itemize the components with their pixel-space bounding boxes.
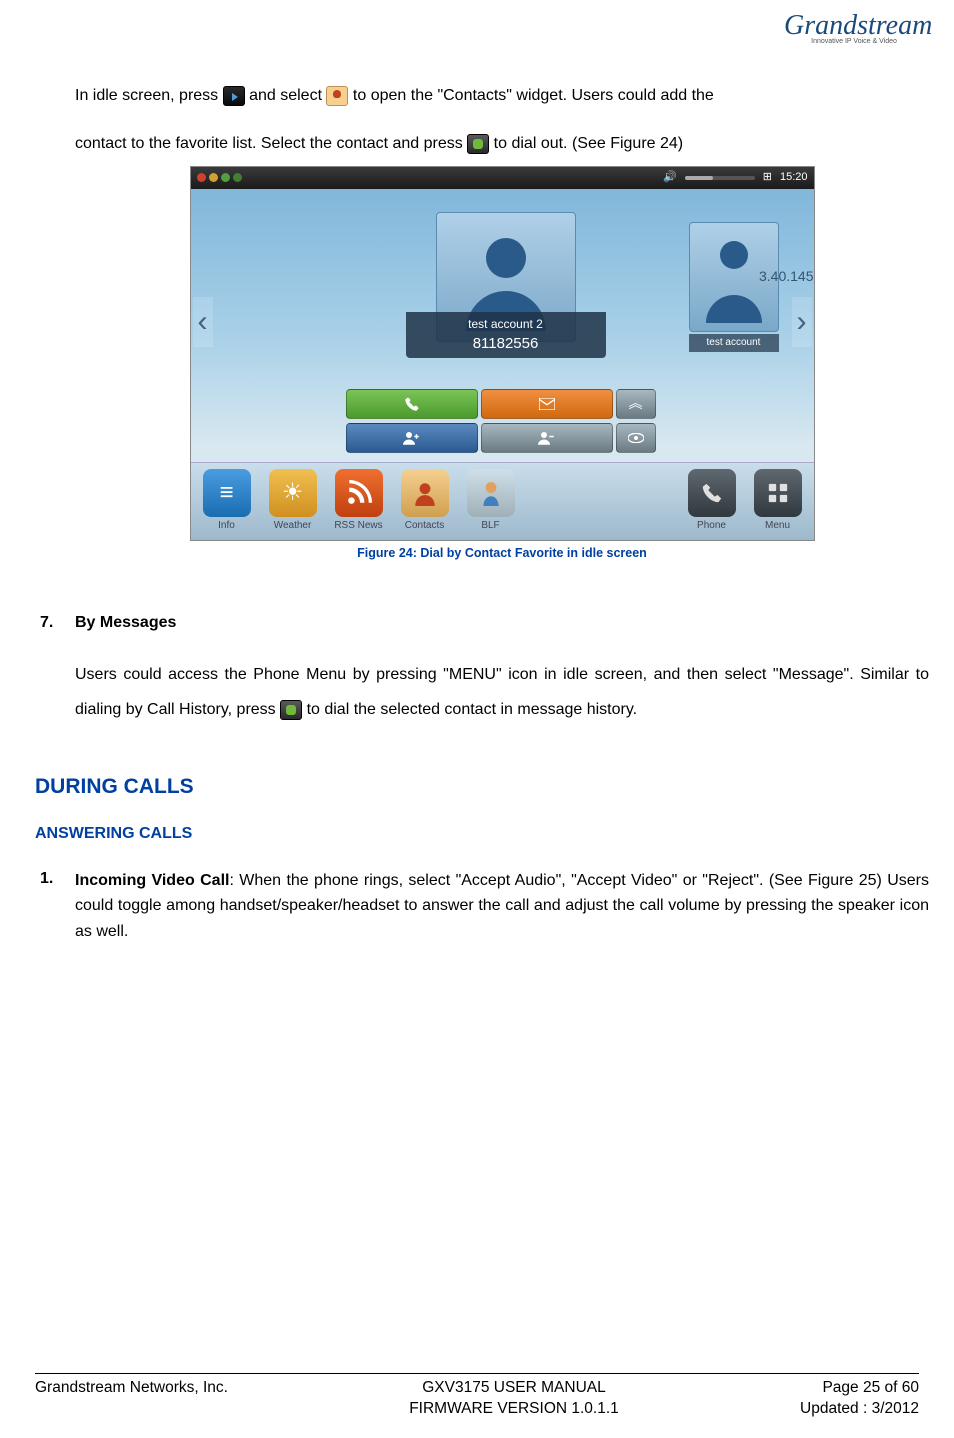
list-item-7: 7. By Messages Users could access the Ph… xyxy=(40,612,929,727)
dock-item-menu[interactable]: Menu xyxy=(748,469,808,533)
heading-answering-calls: ANSWERING CALLS xyxy=(35,823,929,845)
collapse-button[interactable]: ︽ xyxy=(616,389,656,419)
dock-item-rss[interactable]: RSS News xyxy=(329,469,389,533)
list-body: By Messages Users could access the Phone… xyxy=(75,612,929,727)
list-title: By Messages xyxy=(75,612,929,634)
status-bar: 🔊 ⊞ 15:20 xyxy=(191,167,814,189)
action-row-1: ︽ xyxy=(346,389,656,419)
item-title: Incoming Video Call xyxy=(75,872,229,889)
contact-name: test account 2 xyxy=(410,316,602,333)
text-span: and select xyxy=(249,87,326,104)
firmware-version: FIRMWARE VERSION 1.0.1.1 xyxy=(409,1398,619,1420)
dock: ≡ Info ☀ Weather RSS News Contacts xyxy=(191,462,814,540)
text-span: contact to the favorite list. Select the… xyxy=(75,135,467,152)
text-span: to dial the selected contact in message … xyxy=(307,701,638,718)
menu-app-icon xyxy=(754,469,802,517)
dock-item-info[interactable]: ≡ Info xyxy=(197,469,257,533)
list-number: 7. xyxy=(40,612,75,727)
dock-item-blf[interactable]: BLF xyxy=(461,469,521,533)
status-dot xyxy=(221,173,230,182)
list-body: Incoming Video Call: When the phone ring… xyxy=(75,868,929,945)
message-button[interactable] xyxy=(481,389,613,419)
next-arrow[interactable]: › xyxy=(792,297,812,347)
heading-during-calls: DURING CALLS xyxy=(35,772,929,801)
footer-right: Page 25 of 60 Updated : 3/2012 xyxy=(800,1377,919,1420)
contacts-icon xyxy=(326,86,348,106)
paragraph-2: contact to the favorite list. Select the… xyxy=(75,133,929,155)
phone-app-icon xyxy=(688,469,736,517)
dock-item-contacts[interactable]: Contacts xyxy=(395,469,455,533)
updated-date: Updated : 3/2012 xyxy=(800,1398,919,1420)
weather-icon: ☀ xyxy=(269,469,317,517)
contact-number: 81182556 xyxy=(410,333,602,354)
paragraph-1: In idle screen, press and select to open… xyxy=(75,85,929,107)
volume-slider[interactable] xyxy=(685,176,755,180)
info-icon: ≡ xyxy=(203,469,251,517)
dock-item-phone[interactable]: Phone xyxy=(682,469,742,533)
dock-label: Menu xyxy=(748,519,808,533)
status-dots xyxy=(197,173,242,182)
add-contact-button[interactable] xyxy=(346,423,478,453)
ip-label: 3.40.145 xyxy=(759,267,814,287)
text-span: In idle screen, press xyxy=(75,87,223,104)
contact-card-main[interactable]: test account 2 81182556 xyxy=(356,212,656,387)
person-minus-icon xyxy=(538,431,556,445)
footer-left: Grandstream Networks, Inc. xyxy=(35,1377,228,1420)
rss-icon xyxy=(335,469,383,517)
page-content: In idle screen, press and select to open… xyxy=(75,85,929,965)
dock-item-weather[interactable]: ☀ Weather xyxy=(263,469,323,533)
figure-24-screenshot: 🔊 ⊞ 15:20 ‹ › test account 2 81182556 te… xyxy=(190,166,815,541)
remove-contact-button[interactable] xyxy=(481,423,613,453)
dock-label: Info xyxy=(197,519,257,533)
view-button[interactable] xyxy=(616,423,656,453)
prev-arrow[interactable]: ‹ xyxy=(193,297,213,347)
clock: 15:20 xyxy=(780,170,808,185)
dock-label: Phone xyxy=(682,519,742,533)
list-item-1: 1. Incoming Video Call: When the phone r… xyxy=(40,868,929,945)
company-name: Grandstream Networks, Inc. xyxy=(35,1377,228,1399)
contacts-app-icon xyxy=(401,469,449,517)
dial-icon xyxy=(280,700,302,720)
side-contact-label: test account xyxy=(689,334,779,352)
manual-title: GXV3175 USER MANUAL xyxy=(409,1377,619,1399)
status-right: 🔊 ⊞ 15:20 xyxy=(663,170,807,185)
status-dot xyxy=(209,173,218,182)
list-para: Users could access the Phone Menu by pre… xyxy=(75,657,929,727)
menu-icon xyxy=(223,86,245,106)
phone-icon xyxy=(404,396,420,412)
dock-label: RSS News xyxy=(329,519,389,533)
speaker-icon: 🔊 xyxy=(663,170,677,185)
blf-icon xyxy=(467,469,515,517)
status-dot xyxy=(233,173,242,182)
network-icon: ⊞ xyxy=(763,170,772,185)
person-plus-icon xyxy=(403,431,421,445)
page-number: Page 25 of 60 xyxy=(800,1377,919,1399)
text-span: to open the "Contacts" widget. Users cou… xyxy=(353,87,714,104)
dock-right: Phone Menu xyxy=(682,469,808,533)
contact-info: test account 2 81182556 xyxy=(406,312,606,358)
footer-center: GXV3175 USER MANUAL FIRMWARE VERSION 1.0… xyxy=(409,1377,619,1420)
brand-logo: Grandstream Innovative IP Voice & Video xyxy=(784,10,924,65)
list-number: 1. xyxy=(40,868,75,945)
call-button[interactable] xyxy=(346,389,478,419)
eye-icon xyxy=(628,433,644,443)
dial-icon xyxy=(467,134,489,154)
status-dot xyxy=(197,173,206,182)
mail-icon xyxy=(539,398,555,410)
dock-label: Contacts xyxy=(395,519,455,533)
dock-label: Weather xyxy=(263,519,323,533)
text-span: to dial out. (See Figure 24) xyxy=(494,135,683,152)
dock-label: BLF xyxy=(461,519,521,533)
page-footer: Grandstream Networks, Inc. GXV3175 USER … xyxy=(35,1373,919,1420)
action-row-2 xyxy=(346,423,656,453)
figure-caption: Figure 24: Dial by Contact Favorite in i… xyxy=(75,545,929,563)
